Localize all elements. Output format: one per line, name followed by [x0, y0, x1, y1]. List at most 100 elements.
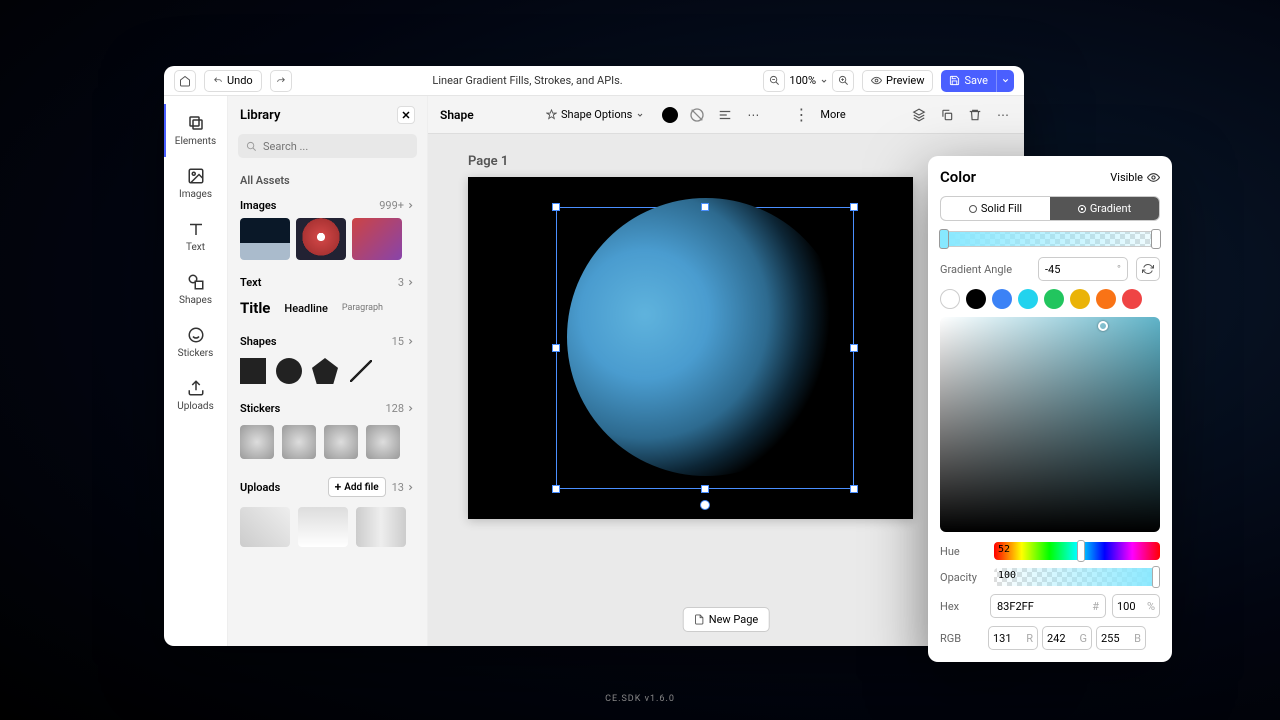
undo-button[interactable]: Undo: [204, 70, 262, 92]
shape-square[interactable]: [240, 358, 266, 384]
resize-handle-tr[interactable]: [850, 203, 858, 211]
undo-label: Undo: [227, 74, 253, 87]
resize-handle-tc[interactable]: [701, 203, 709, 211]
nav-uploads[interactable]: Uploads: [164, 369, 227, 422]
tab-gradient[interactable]: Gradient: [1050, 197, 1159, 220]
rgb-b-input[interactable]: 255B: [1096, 626, 1146, 650]
swatch-red[interactable]: [1122, 289, 1142, 309]
gradient-stop-end[interactable]: [1151, 229, 1161, 249]
save-button[interactable]: Save: [941, 70, 996, 92]
zoom-out-button[interactable]: [763, 70, 785, 92]
hex-opacity-input[interactable]: 100 %: [1112, 594, 1160, 618]
upload-thumb[interactable]: [298, 507, 348, 547]
image-thumb[interactable]: [352, 218, 402, 260]
lib-row-stickers[interactable]: Stickers 128: [228, 396, 427, 421]
lib-row-text[interactable]: Text 3: [228, 270, 427, 295]
upload-thumb[interactable]: [356, 507, 406, 547]
nav-text[interactable]: Text: [164, 210, 227, 263]
text-sample-paragraph[interactable]: Paragraph: [342, 303, 383, 313]
image-thumb[interactable]: [296, 218, 346, 260]
save-dropdown[interactable]: [996, 70, 1014, 92]
duplicate-button[interactable]: [938, 106, 956, 124]
stroke-button[interactable]: [688, 106, 706, 124]
opacity-slider[interactable]: 100: [994, 568, 1160, 586]
resize-handle-bl[interactable]: [552, 485, 560, 493]
zoom-in-button[interactable]: [832, 70, 854, 92]
nav-elements[interactable]: Elements: [164, 104, 227, 157]
hex-input[interactable]: 83F2FF #: [990, 594, 1106, 618]
swatch-cyan[interactable]: [1018, 289, 1038, 309]
align-button[interactable]: [716, 106, 734, 124]
selection-box[interactable]: [556, 207, 854, 489]
shape-pentagon[interactable]: [312, 358, 338, 384]
shape-circle[interactable]: [276, 358, 302, 384]
text-sample-title[interactable]: Title: [240, 299, 270, 317]
opacity-thumb[interactable]: [1152, 566, 1160, 588]
upload-thumb[interactable]: [240, 507, 290, 547]
saturation-value-picker[interactable]: [940, 317, 1160, 532]
resize-handle-bc[interactable]: [701, 485, 709, 493]
more-label[interactable]: More: [820, 108, 845, 121]
rotate-handle[interactable]: [700, 500, 710, 510]
gradient-angle-input[interactable]: -45 °: [1038, 257, 1128, 281]
hue-slider[interactable]: 52: [994, 542, 1160, 560]
resize-handle-tl[interactable]: [552, 203, 560, 211]
nav-label: Shapes: [179, 295, 212, 306]
sticker-thumb[interactable]: [366, 425, 400, 459]
gradient-stops-slider[interactable]: [940, 231, 1160, 247]
swatch-yellow[interactable]: [1070, 289, 1090, 309]
zoom-level[interactable]: 100%: [789, 74, 816, 87]
sticker-thumb[interactable]: [324, 425, 358, 459]
images-thumbnails: [228, 218, 427, 270]
home-button[interactable]: [174, 70, 196, 92]
page-icon: [694, 614, 705, 625]
close-library-button[interactable]: ✕: [397, 106, 415, 124]
lib-row-uploads[interactable]: Uploads + Add file 13: [228, 471, 427, 503]
shape-line[interactable]: [348, 358, 374, 384]
resize-handle-br[interactable]: [850, 485, 858, 493]
fill-type-tabs: Solid Fill Gradient: [940, 196, 1160, 221]
angle-reset-button[interactable]: [1136, 257, 1160, 281]
swatch-blue[interactable]: [992, 289, 1012, 309]
search-input[interactable]: [238, 134, 417, 158]
preview-button[interactable]: Preview: [862, 70, 933, 92]
redo-button[interactable]: [270, 70, 292, 92]
stickers-samples: [228, 421, 427, 471]
new-page-button[interactable]: New Page: [683, 607, 770, 632]
fill-color-swatch[interactable]: [662, 107, 678, 123]
swatch-green[interactable]: [1044, 289, 1064, 309]
sticker-thumb[interactable]: [282, 425, 316, 459]
hue-thumb[interactable]: [1077, 540, 1085, 562]
delete-button[interactable]: [966, 106, 984, 124]
image-thumb[interactable]: [240, 218, 290, 260]
elements-icon: [187, 114, 205, 132]
overflow-button[interactable]: ⋯: [994, 106, 1012, 124]
swatch-white[interactable]: [940, 289, 960, 309]
nav-shapes[interactable]: Shapes: [164, 263, 227, 316]
lib-row-images[interactable]: Images 999+: [228, 193, 427, 218]
swatch-black[interactable]: [966, 289, 986, 309]
gradient-stop-start[interactable]: [939, 229, 949, 249]
nav-stickers[interactable]: Stickers: [164, 316, 227, 369]
rgb-g-input[interactable]: 242G: [1042, 626, 1092, 650]
tab-solid-fill[interactable]: Solid Fill: [941, 197, 1050, 220]
sv-cursor[interactable]: [1098, 321, 1108, 331]
resize-handle-rc[interactable]: [850, 344, 858, 352]
rgb-r-input[interactable]: 131R: [988, 626, 1038, 650]
add-file-button[interactable]: + Add file: [328, 477, 386, 497]
selected-shape[interactable]: [567, 198, 845, 476]
visibility-toggle[interactable]: Visible: [1110, 171, 1160, 184]
editor-window: Undo Linear Gradient Fills, Strokes, and…: [164, 66, 1024, 646]
sticker-thumb[interactable]: [240, 425, 274, 459]
canvas-page[interactable]: [468, 177, 913, 519]
lib-row-shapes[interactable]: Shapes 15: [228, 329, 427, 354]
resize-handle-lc[interactable]: [552, 344, 560, 352]
more-dots-button[interactable]: ⋯: [744, 106, 762, 124]
search-field[interactable]: [263, 140, 409, 153]
nav-images[interactable]: Images: [164, 157, 227, 210]
shape-options-dropdown[interactable]: Shape Options: [538, 105, 652, 124]
swatch-orange[interactable]: [1096, 289, 1116, 309]
layers-button[interactable]: [910, 106, 928, 124]
text-sample-headline[interactable]: Headline: [284, 302, 327, 315]
chevron-down-icon[interactable]: [820, 77, 828, 85]
